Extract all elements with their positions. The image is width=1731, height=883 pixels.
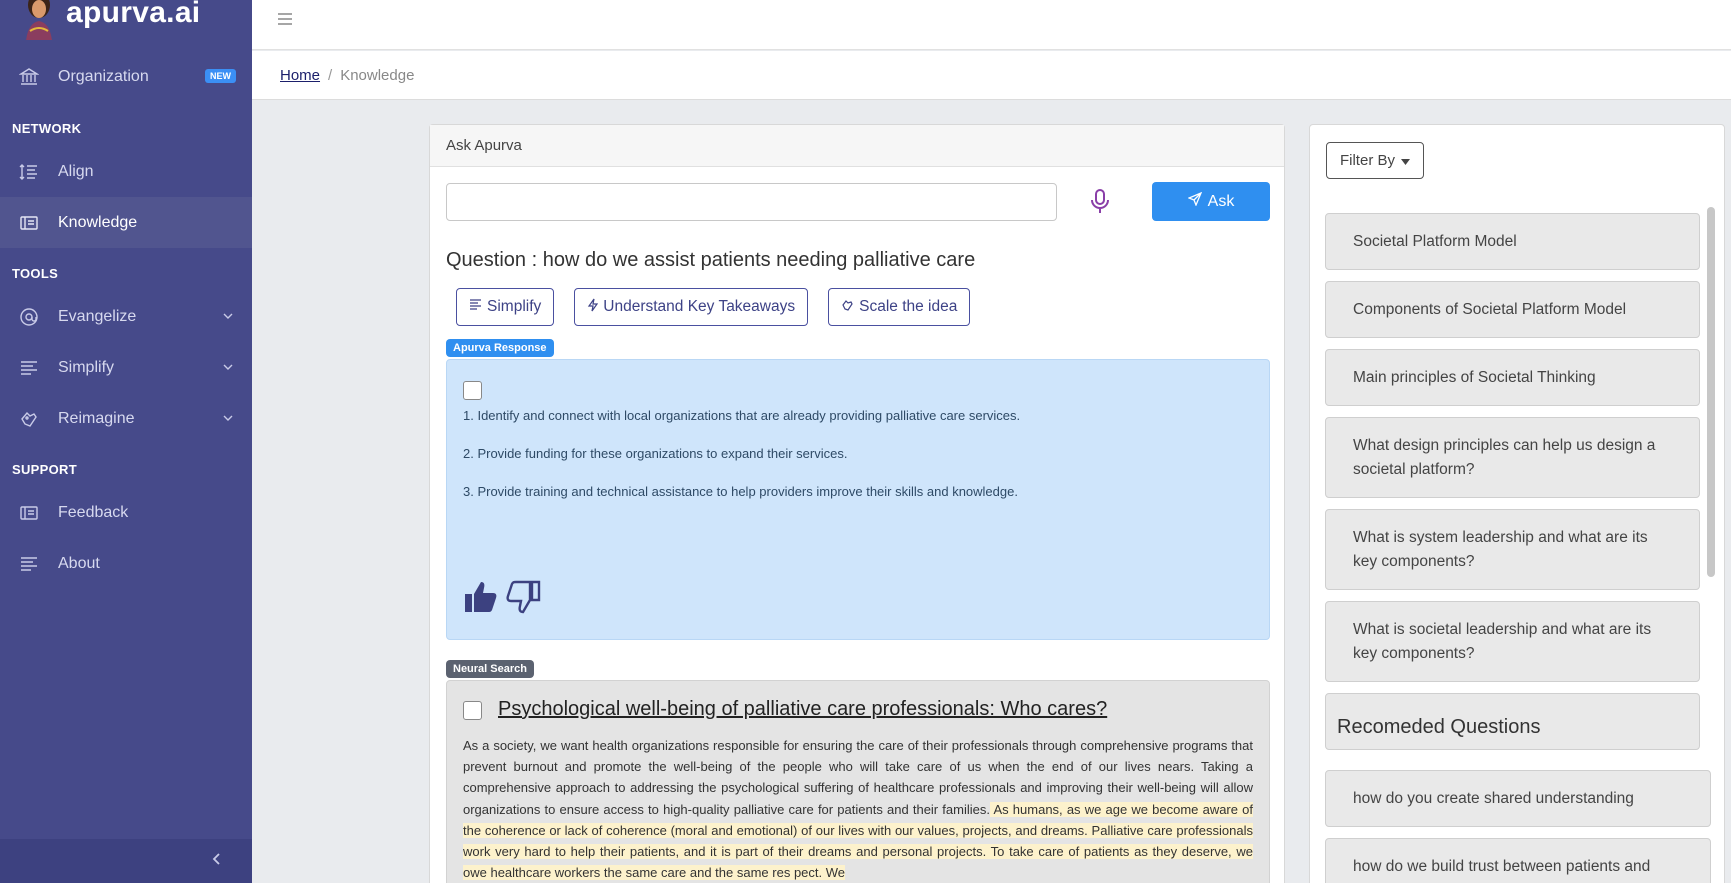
- brand-title: apurva.ai: [66, 0, 201, 29]
- filter-item[interactable]: What design principles can help us desig…: [1325, 417, 1700, 498]
- sidebar-item-about[interactable]: About: [0, 538, 252, 589]
- breadcrumb-current: Knowledge: [340, 66, 415, 84]
- hand-icon: [841, 298, 854, 316]
- scale-idea-button[interactable]: Scale the idea: [828, 288, 971, 326]
- scale-idea-button-label: Scale the idea: [859, 298, 958, 315]
- section-network: NETWORK: [12, 121, 82, 136]
- caret-down-icon: [1401, 152, 1410, 169]
- section-support: SUPPORT: [12, 462, 77, 477]
- feedback-thumbs: [463, 580, 541, 619]
- simplify-button[interactable]: Simplify: [456, 288, 555, 326]
- recommended-title: Recomeded Questions: [1337, 716, 1541, 738]
- response-checkbox[interactable]: [463, 381, 482, 400]
- bank-icon: [18, 66, 40, 88]
- filter-by-dropdown[interactable]: Filter By: [1326, 142, 1424, 179]
- about-lines-icon: [18, 553, 40, 575]
- key-takeaways-button-label: Understand Key Takeaways: [603, 298, 796, 315]
- reimagine-hand-icon: [18, 408, 40, 430]
- breadcrumb-home-link[interactable]: Home: [280, 67, 320, 84]
- recommended-item[interactable]: how do we build trust between patients a…: [1325, 838, 1711, 883]
- thumbs-up-icon[interactable]: [463, 580, 499, 619]
- apurva-response-panel: 1. Identify and connect with local organ…: [446, 359, 1270, 640]
- filter-by-label: Filter By: [1339, 152, 1395, 169]
- neural-search-result: Psychological well-being of palliative c…: [446, 680, 1270, 883]
- sidebar-item-label: Align: [58, 162, 94, 180]
- chevron-down-icon: [222, 360, 234, 378]
- breadcrumb-separator: /: [328, 66, 333, 84]
- filter-item[interactable]: What is system leadership and what are i…: [1325, 509, 1700, 590]
- send-icon: [1186, 191, 1202, 211]
- sidebar-item-label: Feedback: [58, 503, 129, 521]
- sidebar-item-label: Knowledge: [58, 213, 138, 231]
- hamburger-menu-icon[interactable]: [278, 10, 292, 34]
- sidebar-item-label: Reimagine: [58, 409, 135, 427]
- sidebar-item-feedback[interactable]: Feedback: [0, 487, 252, 538]
- ask-button[interactable]: Ask: [1152, 182, 1270, 221]
- card-header: Ask Apurva: [430, 125, 1284, 167]
- filter-item[interactable]: Main principles of Societal Thinking: [1325, 349, 1700, 406]
- knowledge-icon: [18, 212, 40, 234]
- sidebar-collapse-button[interactable]: [0, 839, 252, 883]
- result-title-link[interactable]: Psychological well-being of palliative c…: [498, 698, 1107, 721]
- chevron-down-icon: [222, 411, 234, 429]
- sidebar-item-label: About: [58, 554, 100, 572]
- chevron-down-icon: [222, 309, 234, 327]
- ask-input[interactable]: [446, 183, 1057, 221]
- ask-button-label: Ask: [1207, 192, 1235, 210]
- microphone-icon[interactable]: [1085, 187, 1115, 217]
- lines-icon: [18, 357, 40, 379]
- chevron-left-icon: [210, 852, 224, 871]
- at-sign-icon: [18, 306, 40, 328]
- new-badge: NEW: [205, 69, 236, 83]
- breadcrumb: Home / Knowledge: [252, 51, 1731, 100]
- sidebar-item-simplify[interactable]: Simplify: [0, 342, 252, 393]
- align-list-icon: [18, 161, 40, 183]
- brand[interactable]: apurva.ai: [0, 0, 252, 40]
- result-checkbox[interactable]: [463, 701, 482, 720]
- sidebar-item-label: Simplify: [58, 358, 115, 376]
- response-line: 1. Identify and connect with local organ…: [463, 408, 1021, 423]
- action-buttons: Simplify Understand Key Takeaways Scale …: [456, 288, 971, 326]
- thumbs-down-icon[interactable]: [505, 580, 541, 619]
- response-line: 2. Provide funding for these organizatio…: [463, 446, 848, 461]
- section-tools: TOOLS: [12, 266, 59, 281]
- sidebar-item-reimagine[interactable]: Reimagine: [0, 393, 252, 444]
- filter-item[interactable]: Societal Platform Model: [1325, 213, 1700, 270]
- sidebar-item-label: Organization: [58, 67, 149, 85]
- feedback-icon: [18, 502, 40, 524]
- key-takeaways-button[interactable]: Understand Key Takeaways: [574, 288, 809, 326]
- recommended-list: how do you create shared understanding h…: [1325, 770, 1711, 883]
- filter-item[interactable]: What is societal leadership and what are…: [1325, 601, 1700, 682]
- result-text: As a society, we want health organizatio…: [463, 735, 1254, 883]
- ask-apurva-card: Ask Apurva Ask Question : how do we assi…: [429, 124, 1285, 883]
- question-text: Question : how do we assist patients nee…: [446, 249, 976, 271]
- filter-list-scrollbar[interactable]: [1707, 207, 1715, 577]
- simplify-button-label: Simplify: [487, 298, 542, 315]
- neural-search-tag: Neural Search: [446, 660, 534, 678]
- topbar: [252, 0, 1731, 50]
- sidebar-item-label: Evangelize: [58, 307, 137, 325]
- filter-item[interactable]: Components of Societal Platform Model: [1325, 281, 1700, 338]
- sidebar-item-align[interactable]: Align: [0, 146, 252, 197]
- sidebar-item-knowledge[interactable]: Knowledge: [0, 197, 252, 248]
- filter-panel: Filter By Societal Platform Model Compon…: [1309, 124, 1725, 883]
- brand-avatar-icon: [20, 0, 58, 40]
- apurva-response-tag: Apurva Response: [446, 339, 554, 357]
- recommended-item[interactable]: how do you create shared understanding: [1325, 770, 1711, 827]
- response-line: 3. Provide training and technical assist…: [463, 484, 1018, 499]
- lines-icon: [469, 298, 482, 316]
- sidebar-item-organization[interactable]: Organization NEW: [0, 51, 252, 102]
- sidebar: apurva.ai Organization NEW NETWORK Align…: [0, 0, 252, 883]
- lightning-icon: [587, 298, 599, 317]
- sidebar-item-evangelize[interactable]: Evangelize: [0, 291, 252, 342]
